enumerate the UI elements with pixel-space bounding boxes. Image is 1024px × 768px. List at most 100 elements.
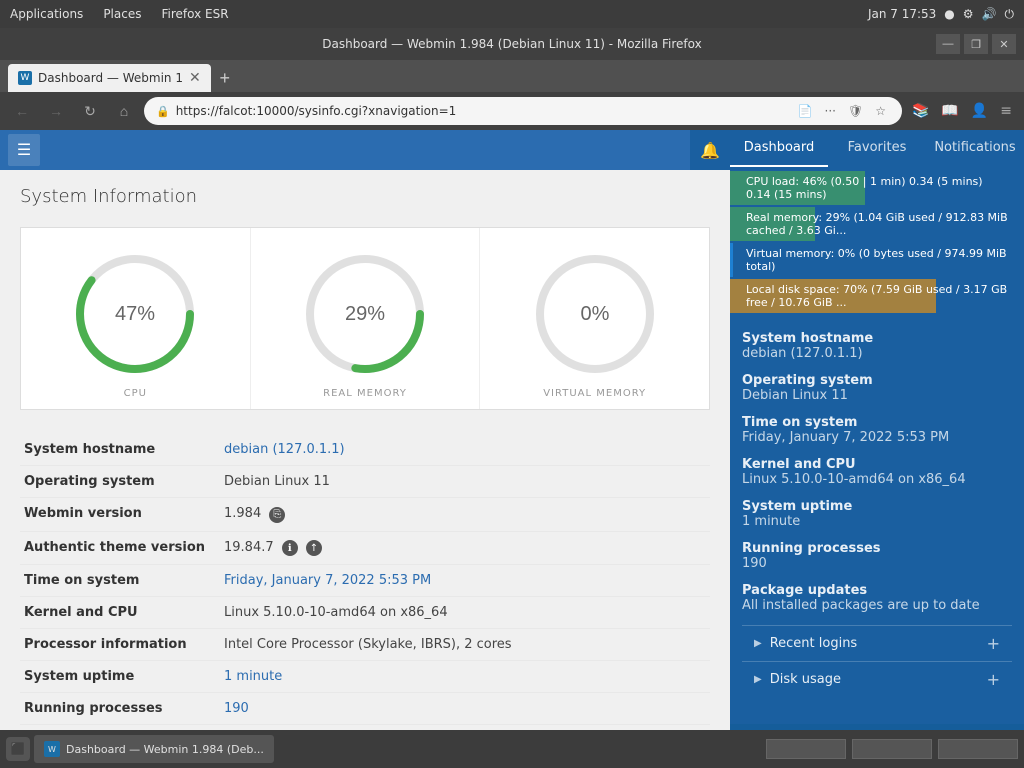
- system-info-table: System hostname debian (127.0.1.1) Opera…: [20, 434, 710, 757]
- disk-usage-arrow: ▶: [754, 674, 762, 685]
- address-icons: 📄 ··· 🛡 ☆: [794, 102, 890, 120]
- menu-applications[interactable]: Applications: [10, 7, 83, 21]
- browser-content: ☰ 🔔 System Information 47% CPU: [0, 130, 1024, 768]
- time-link[interactable]: Friday, January 7, 2022 5:53 PM: [224, 573, 431, 588]
- address-text: https://falcot:10000/sysinfo.cgi?xnaviga…: [176, 104, 788, 118]
- browser-titlebar: Dashboard — Webmin 1.984 (Debian Linux 1…: [0, 28, 1024, 60]
- reload-button[interactable]: ↻: [76, 97, 104, 125]
- uptime-link[interactable]: 1 minute: [224, 669, 282, 684]
- address-bar[interactable]: 🔒 https://falcot:10000/sysinfo.cgi?xnavi…: [144, 97, 902, 125]
- virtual-bar-text: Virtual memory: 0% (0 bytes used / 974.9…: [738, 245, 1016, 275]
- minimize-button[interactable]: —: [936, 34, 960, 54]
- os-volume-icon[interactable]: 🔊: [982, 7, 997, 21]
- row-value: 1 minute: [220, 661, 710, 693]
- forward-button[interactable]: →: [42, 97, 70, 125]
- shield-icon[interactable]: 🛡: [844, 102, 867, 120]
- bell-icon: 🔔: [700, 141, 720, 160]
- browser-tabbar: W Dashboard — Webmin 1 ✕ +: [0, 60, 1024, 92]
- sidebar-processes-label: Running processes: [742, 541, 1012, 556]
- back-button[interactable]: ←: [8, 97, 36, 125]
- row-label: System uptime: [20, 661, 220, 693]
- os-settings-icon[interactable]: ⚙: [963, 7, 974, 21]
- virtual-memory-label: VIRTUAL MEMORY: [543, 388, 646, 399]
- new-tab-button[interactable]: +: [211, 64, 239, 92]
- taskbar-right: [766, 739, 1018, 759]
- real-memory-label: REAL MEMORY: [323, 388, 407, 399]
- table-row: Webmin version 1.984 ⎘: [20, 498, 710, 532]
- cpu-gauge-svg: 47%: [65, 244, 205, 384]
- sidebar-kernel-row: Kernel and CPU Linux 5.10.0-10-amd64 on …: [742, 457, 1012, 487]
- taskbar-window-item[interactable]: W Dashboard — Webmin 1.984 (Deb...: [34, 735, 274, 763]
- tab-notifications[interactable]: Notifications: [926, 130, 1024, 167]
- hostname-link[interactable]: debian (127.0.1.1): [224, 442, 345, 457]
- sidebar-packages-value: All installed packages are up to date: [742, 598, 1012, 613]
- gauges-row: 47% CPU 29% REAL MEMORY: [20, 227, 710, 410]
- row-label: Webmin version: [20, 498, 220, 532]
- taskbar-screen-icon[interactable]: ⬛: [6, 737, 30, 761]
- bookmarks-library-icon[interactable]: 📚: [908, 99, 933, 123]
- virtual-memory-status-bar: Virtual memory: 0% (0 bytes used / 974.9…: [730, 243, 1024, 277]
- theme-info-button[interactable]: ℹ: [282, 540, 298, 556]
- os-power-icon[interactable]: ⏻: [1005, 7, 1015, 22]
- svg-text:0%: 0%: [580, 303, 609, 325]
- webmin-topbar-left: ☰: [0, 134, 40, 166]
- more-icon[interactable]: ···: [821, 102, 840, 120]
- reading-list-icon[interactable]: 📖: [937, 99, 962, 123]
- row-value: debian (127.0.1.1): [220, 434, 710, 466]
- tab-close-button[interactable]: ✕: [189, 70, 201, 86]
- titlebar-controls: — ❐ ✕: [936, 34, 1016, 54]
- menu-icon[interactable]: ≡: [996, 99, 1016, 123]
- svg-text:47%: 47%: [115, 303, 155, 325]
- browser-tab-active[interactable]: W Dashboard — Webmin 1 ✕: [8, 64, 211, 92]
- disk-usage-plus[interactable]: +: [987, 670, 1000, 689]
- table-row: System hostname debian (127.0.1.1): [20, 434, 710, 466]
- cpu-bar-text: CPU load: 46% (0.50 | 1 min) 0.34 (5 min…: [738, 173, 1016, 203]
- row-value: 1.984 ⎘: [220, 498, 710, 532]
- real-memory-gauge: 29% REAL MEMORY: [251, 228, 481, 409]
- notification-bell-button[interactable]: 🔔: [690, 130, 730, 170]
- webmin-right-panel: Dashboard Favorites Notifications CPU lo…: [730, 130, 1024, 768]
- home-button[interactable]: ⌂: [110, 97, 138, 125]
- table-row: Processor information Intel Core Process…: [20, 629, 710, 661]
- os-topbar: Applications Places Firefox ESR Jan 7 17…: [0, 0, 1024, 28]
- theme-update-button[interactable]: ↑: [306, 540, 322, 556]
- tab-dashboard[interactable]: Dashboard: [730, 130, 828, 167]
- row-label: Authentic theme version: [20, 531, 220, 565]
- webmin-topbar: ☰ 🔔: [0, 130, 730, 170]
- row-label: Operating system: [20, 466, 220, 498]
- row-value: 190: [220, 693, 710, 725]
- close-button[interactable]: ✕: [992, 34, 1016, 54]
- bookmark-icon[interactable]: ☆: [871, 102, 890, 120]
- row-value: Friday, January 7, 2022 5:53 PM: [220, 565, 710, 597]
- account-icon[interactable]: 👤: [967, 99, 992, 123]
- processes-link[interactable]: 190: [224, 701, 249, 716]
- disk-bar-text: Local disk space: 70% (7.59 GiB used / 3…: [738, 281, 1016, 311]
- virtual-memory-gauge: 0% VIRTUAL MEMORY: [480, 228, 709, 409]
- sidebar-time-row: Time on system Friday, January 7, 2022 5…: [742, 415, 1012, 445]
- table-row: Operating system Debian Linux 11: [20, 466, 710, 498]
- taskbar-input-3[interactable]: [938, 739, 1018, 759]
- taskbar-input-2[interactable]: [852, 739, 932, 759]
- recent-logins-plus[interactable]: +: [987, 634, 1000, 653]
- table-row: Time on system Friday, January 7, 2022 5…: [20, 565, 710, 597]
- sidebar-info: System hostname debian (127.0.1.1) Opera…: [730, 319, 1024, 724]
- table-row: Kernel and CPU Linux 5.10.0-10-amd64 on …: [20, 597, 710, 629]
- sidebar-os-label: Operating system: [742, 373, 1012, 388]
- taskbar-search-input[interactable]: [766, 739, 846, 759]
- cpu-status-bar: CPU load: 46% (0.50 | 1 min) 0.34 (5 min…: [730, 171, 1024, 205]
- webmin-main-content: System Information 47% CPU: [0, 170, 730, 768]
- row-value: 19.84.7 ℹ ↑: [220, 531, 710, 565]
- disk-usage-section[interactable]: ▶ Disk usage +: [742, 661, 1012, 697]
- maximize-button[interactable]: ❐: [964, 34, 988, 54]
- virtual-memory-gauge-svg: 0%: [525, 244, 665, 384]
- tab-favorites[interactable]: Favorites: [828, 130, 926, 167]
- menu-places[interactable]: Places: [103, 7, 141, 21]
- hamburger-menu-button[interactable]: ☰: [8, 134, 40, 166]
- os-status-dot: ●: [944, 7, 954, 21]
- menu-firefox[interactable]: Firefox ESR: [161, 7, 228, 21]
- recent-logins-section[interactable]: ▶ Recent logins +: [742, 625, 1012, 661]
- cpu-label: CPU: [124, 388, 147, 399]
- copy-version-button[interactable]: ⎘: [269, 507, 285, 523]
- sidebar-time-label: Time on system: [742, 415, 1012, 430]
- reader-icon[interactable]: 📄: [794, 102, 817, 120]
